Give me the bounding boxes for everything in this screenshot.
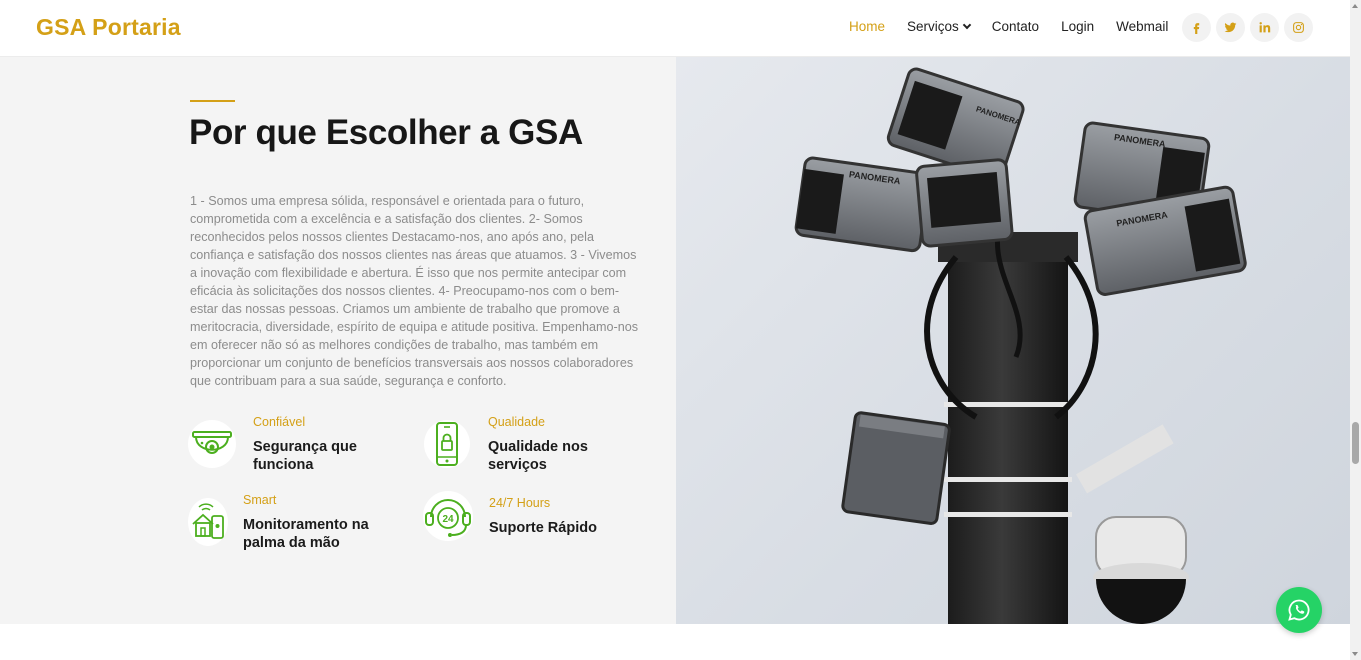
title-accent-line bbox=[190, 100, 235, 102]
feature-label: Qualidade bbox=[488, 415, 545, 429]
feature-label: Smart bbox=[243, 493, 277, 507]
nav-login[interactable]: Login bbox=[1061, 19, 1094, 34]
main-nav: Home Serviços Contato Login Webmail bbox=[849, 19, 1190, 34]
feature-title: Qualidade nos serviços bbox=[488, 439, 588, 473]
headset-24-icon: 24 bbox=[423, 491, 473, 541]
camera-pole-illustration: PANOMERA PANOMERA PANOMERA PANOMERA bbox=[794, 67, 1247, 624]
section-description: 1 - Somos uma empresa sólida, responsáve… bbox=[190, 194, 639, 388]
phone-lock-icon bbox=[424, 420, 470, 468]
site-logo[interactable]: GSA Portaria bbox=[36, 14, 181, 41]
section-title: Por que Escolher a GSA bbox=[189, 113, 583, 152]
feature-title: Monitoramento na palma da mão bbox=[243, 517, 369, 551]
nav-servicos-label: Serviços bbox=[907, 19, 959, 34]
feature-label: 24/7 Hours bbox=[489, 496, 551, 510]
twitter-icon[interactable] bbox=[1216, 13, 1245, 42]
instagram-icon[interactable] bbox=[1284, 13, 1313, 42]
next-section-start bbox=[0, 624, 1350, 660]
scroll-up-arrow-icon[interactable] bbox=[1352, 4, 1358, 8]
whatsapp-icon bbox=[1288, 599, 1310, 621]
feature-title: Segurança que funciona bbox=[253, 439, 357, 473]
whatsapp-button[interactable] bbox=[1276, 587, 1322, 633]
security-cameras-image: PANOMERA PANOMERA PANOMERA PANOMERA bbox=[676, 57, 1350, 624]
smart-home-icon bbox=[188, 498, 228, 546]
page-scrollbar[interactable] bbox=[1350, 0, 1361, 660]
nav-servicos[interactable]: Serviços bbox=[907, 19, 972, 34]
feature-title: Suporte Rápido bbox=[489, 520, 597, 536]
nav-home[interactable]: Home bbox=[849, 19, 885, 34]
facebook-icon[interactable] bbox=[1182, 13, 1211, 42]
nav-webmail[interactable]: Webmail bbox=[1116, 19, 1168, 34]
chevron-down-icon bbox=[962, 20, 972, 30]
social-links bbox=[1182, 13, 1318, 42]
security-camera-icon bbox=[188, 420, 236, 468]
scrollbar-thumb[interactable] bbox=[1352, 422, 1359, 464]
site-header: GSA Portaria Home Serviços Contato Login… bbox=[0, 0, 1350, 57]
feature-label: Confiável bbox=[253, 415, 306, 429]
svg-text:24: 24 bbox=[442, 514, 454, 525]
nav-contato[interactable]: Contato bbox=[992, 19, 1039, 34]
scroll-down-arrow-icon[interactable] bbox=[1352, 652, 1358, 656]
linkedin-icon[interactable] bbox=[1250, 13, 1279, 42]
